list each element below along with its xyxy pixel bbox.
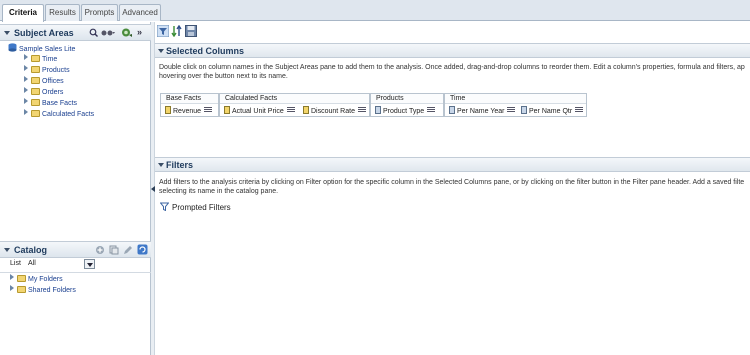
tree-root-label: Sample Sales Lite [18,46,76,53]
left-panel: Subject Areas » Sample Sales Lite Time P… [0,22,151,355]
filters-description-2: selecting its name in the catalog pane. [159,188,279,195]
attribute-icon [521,106,527,114]
expand-panel-icon[interactable]: » [137,27,142,37]
group-name: Products [371,94,443,104]
binoculars-icon[interactable] [101,28,115,37]
catalog-list-value: All [28,260,36,267]
group-name: Time [445,94,586,104]
attribute-icon [375,106,381,114]
column-menu-icon[interactable] [575,107,584,113]
group-name: Calculated Facts [220,94,369,104]
expand-icon[interactable] [24,54,28,60]
column-chip-product-type[interactable]: Product Type [373,106,436,117]
subject-areas-title: Subject Areas [14,28,74,38]
tab-bar: Criteria Results Prompts Advanced [0,0,750,22]
tab-prompts[interactable]: Prompts [81,4,118,21]
folder-icon [17,286,26,293]
folder-icon [31,88,40,95]
attribute-icon [449,106,455,114]
catalog-header: Catalog [0,241,151,258]
tab-criteria[interactable]: Criteria [2,4,44,22]
column-chip-discount-rate[interactable]: Discount Rate [301,106,366,117]
catalog-title: Catalog [14,245,48,255]
expand-icon[interactable] [24,87,28,93]
folder-icon [31,66,40,73]
column-chip-revenue[interactable]: Revenue [163,106,213,117]
copy-icon[interactable] [109,245,119,255]
catalog-list-dropdown[interactable] [84,259,95,269]
tree-item-base-facts[interactable]: Base Facts [24,98,77,108]
selected-columns-description-1: Double click on column names in the Subj… [159,64,745,71]
catalog-list-label: List [10,260,21,267]
tree-item-offices[interactable]: Offices [24,76,64,86]
measure-icon [303,106,309,114]
column-menu-icon[interactable] [507,107,516,113]
tree-item-orders[interactable]: Orders [24,87,63,97]
column-menu-icon[interactable] [204,107,213,113]
prompted-filters[interactable]: Prompted Filters [159,202,231,212]
filter-icon [159,202,170,212]
refresh-icon[interactable] [121,27,133,38]
selected-columns-description-2: hovering over the button next to its nam… [159,73,288,80]
column-group-base-facts: Base Facts Revenue [160,93,219,117]
catalog-item-shared-folders[interactable]: Shared Folders [10,285,76,295]
tree-item-time[interactable]: Time [24,54,57,64]
chevron-down-icon [87,263,93,267]
column-menu-icon[interactable] [427,107,436,113]
search-icon[interactable] [89,28,98,37]
collapse-left-icon[interactable] [151,186,155,192]
folder-icon [17,275,26,282]
column-menu-icon[interactable] [357,107,366,113]
divider [0,272,151,273]
expand-icon[interactable] [10,285,14,291]
database-icon [8,43,17,52]
column-chip-actual-unit-price[interactable]: Actual Unit Price [222,106,295,117]
expand-icon[interactable] [24,98,28,104]
expand-icon[interactable] [10,274,14,280]
tab-results[interactable]: Results [45,4,80,21]
column-chip-per-name-qtr[interactable]: Per Name Qtr [519,106,584,117]
folder-icon [31,99,40,106]
folder-icon [31,77,40,84]
group-name: Base Facts [161,94,218,104]
collapse-icon[interactable] [4,31,10,35]
catalog-item-my-folders[interactable]: My Folders [10,274,63,284]
column-menu-icon[interactable] [286,107,295,113]
collapse-icon[interactable] [158,49,164,53]
selected-columns-title: Selected Columns [166,46,245,56]
expand-icon[interactable] [24,109,28,115]
catalog-refresh-icon[interactable] [137,244,148,255]
edit-icon[interactable] [123,245,133,255]
filters-description-1: Add filters to the analysis criteria by … [159,179,745,186]
collapse-icon[interactable] [4,248,10,252]
measure-icon [224,106,230,114]
column-group-calculated-facts: Calculated Facts Actual Unit Price Disco… [219,93,370,117]
subject-areas-header: Subject Areas » [0,24,151,41]
column-group-time: Time Per Name Year Per Name Qtr [444,93,587,117]
sort-icon[interactable] [171,25,183,37]
add-icon[interactable] [95,245,105,255]
tree-root[interactable]: Sample Sales Lite [8,43,75,53]
expand-icon[interactable] [24,65,28,71]
folder-icon [31,55,40,62]
tree-item-calculated-facts[interactable]: Calculated Facts [24,109,94,119]
column-group-products: Products Product Type [370,93,444,117]
filters-title: Filters [166,160,194,170]
folder-icon [31,110,40,117]
column-chip-per-name-year[interactable]: Per Name Year [447,106,516,117]
selected-columns-header: Selected Columns [155,43,750,58]
save-icon[interactable] [185,25,197,37]
filters-header: Filters [155,157,750,172]
filter-toggle-icon[interactable] [157,25,169,37]
collapse-icon[interactable] [158,163,164,167]
expand-icon[interactable] [24,76,28,82]
measure-icon [165,106,171,114]
tree-item-products[interactable]: Products [24,65,70,75]
tab-advanced[interactable]: Advanced [119,4,161,21]
